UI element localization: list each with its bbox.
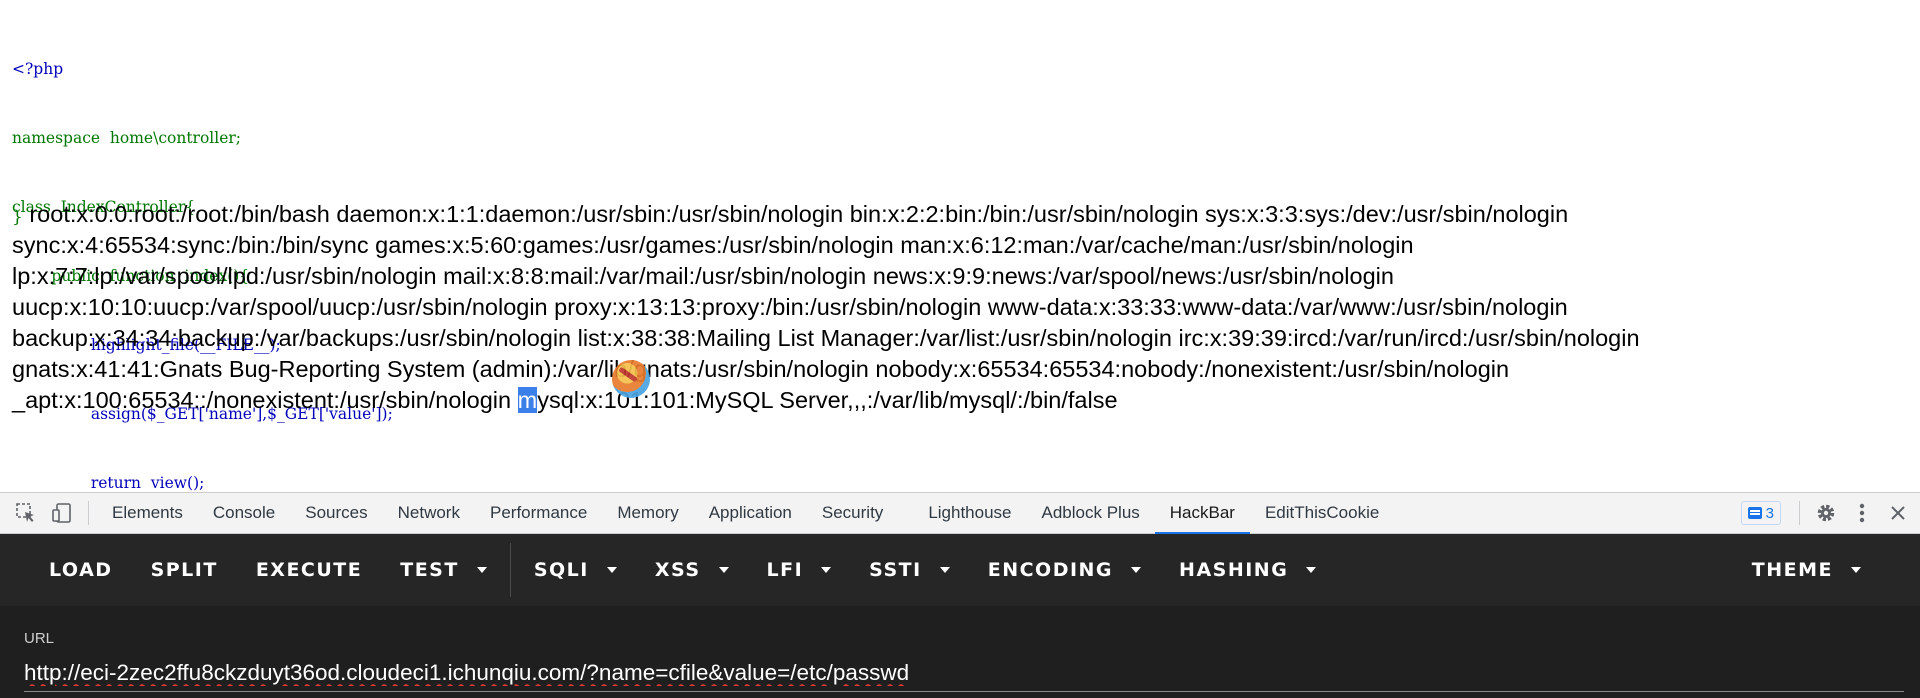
encoding-label: ENCODING bbox=[987, 559, 1114, 581]
output-line: sync:x:4:65534:sync:/bin:/bin/sync games… bbox=[12, 232, 1414, 258]
tab-elements[interactable]: Elements bbox=[97, 493, 198, 533]
output-line: _apt:x:100:65534::/nonexistent:/usr/sbin… bbox=[12, 385, 1902, 416]
tab-editthiscookie[interactable]: EditThisCookie bbox=[1250, 493, 1394, 533]
issues-count: 3 bbox=[1765, 504, 1774, 522]
output-line: uucp:x:10:10:uucp:/var/spool/uucp:/usr/s… bbox=[12, 294, 1568, 320]
split-label: SPLIT bbox=[150, 559, 218, 581]
tab-adblock-plus[interactable]: Adblock Plus bbox=[1027, 493, 1155, 533]
caret-down-icon bbox=[718, 567, 729, 573]
toolbar-divider bbox=[1799, 501, 1800, 525]
devtools-tab-bar: Elements Console Sources Network Perform… bbox=[0, 492, 1920, 534]
caret-down-icon bbox=[821, 567, 832, 573]
tab-network[interactable]: Network bbox=[383, 493, 475, 533]
ssti-dropdown[interactable]: SSTI bbox=[850, 534, 969, 606]
output-text: root:x:0:0:root:/root:/bin/bash daemon:x… bbox=[22, 201, 1569, 227]
inspect-element-icon[interactable] bbox=[8, 493, 44, 533]
issues-counter[interactable]: 3 bbox=[1740, 501, 1781, 525]
more-options-icon[interactable] bbox=[1844, 493, 1880, 533]
ssti-label: SSTI bbox=[869, 559, 922, 581]
devtools-panel: Elements Console Sources Network Perform… bbox=[0, 492, 1920, 698]
tab-console[interactable]: Console bbox=[198, 493, 290, 533]
tab-application[interactable]: Application bbox=[694, 493, 807, 533]
url-input[interactable] bbox=[24, 654, 1904, 692]
selected-text: m bbox=[517, 387, 538, 413]
tab-performance[interactable]: Performance bbox=[475, 493, 602, 533]
toolbar-divider bbox=[88, 501, 89, 525]
tab-lighthouse[interactable]: Lighthouse bbox=[913, 493, 1026, 533]
hackbar-toolbar: LOAD SPLIT EXECUTE TEST SQLI XSS LFI SST… bbox=[0, 534, 1920, 606]
execute-label: EXECUTE bbox=[255, 559, 363, 581]
sqli-label: SQLI bbox=[533, 559, 589, 581]
test-label: TEST bbox=[400, 559, 459, 581]
xss-dropdown[interactable]: XSS bbox=[636, 534, 748, 606]
device-toolbar-icon[interactable] bbox=[44, 493, 80, 533]
output-line: } root:x:0:0:root:/root:/bin/bash daemon… bbox=[12, 199, 1902, 230]
caret-down-icon bbox=[606, 567, 617, 573]
output-line: backup:x:34:34:backup:/var/backups:/usr/… bbox=[12, 325, 1640, 351]
output-text: _apt:x:100:65534::/nonexistent:/usr/sbin… bbox=[12, 387, 518, 413]
message-icon bbox=[1747, 507, 1762, 519]
split-button[interactable]: SPLIT bbox=[132, 534, 237, 606]
code-line: namespace home\controller; bbox=[12, 129, 242, 147]
floating-ball-icon[interactable] bbox=[612, 360, 650, 398]
test-dropdown[interactable]: TEST bbox=[381, 534, 506, 606]
lfi-label: LFI bbox=[766, 559, 804, 581]
execute-button[interactable]: EXECUTE bbox=[237, 534, 381, 606]
passwd-output: } root:x:0:0:root:/root:/bin/bash daemon… bbox=[12, 199, 1902, 416]
devtools-right-controls: 3 bbox=[1740, 493, 1920, 533]
caret-down-icon bbox=[476, 567, 487, 573]
xss-label: XSS bbox=[654, 559, 701, 581]
caret-down-icon bbox=[939, 567, 950, 573]
lfi-dropdown[interactable]: LFI bbox=[748, 534, 851, 606]
tab-security[interactable]: Security bbox=[807, 493, 913, 533]
output-line: lp:x:7:7:lp:/var/spool/lpd:/usr/sbin/nol… bbox=[12, 263, 1394, 289]
close-icon[interactable] bbox=[1880, 493, 1916, 533]
tab-sources[interactable]: Sources bbox=[290, 493, 382, 533]
gear-icon[interactable] bbox=[1808, 493, 1844, 533]
url-label: URL bbox=[24, 630, 55, 647]
page-content: <?php namespace home\controller; class I… bbox=[0, 0, 1920, 561]
tab-memory[interactable]: Memory bbox=[602, 493, 693, 533]
hashing-label: HASHING bbox=[1179, 559, 1289, 581]
url-panel: URL bbox=[0, 606, 1920, 698]
sqli-dropdown[interactable]: SQLI bbox=[515, 534, 636, 606]
theme-label: THEME bbox=[1751, 559, 1833, 581]
encoding-dropdown[interactable]: ENCODING bbox=[969, 534, 1160, 606]
toolbar-divider bbox=[509, 543, 511, 597]
caret-down-icon bbox=[1131, 567, 1142, 573]
caret-down-icon bbox=[1306, 567, 1317, 573]
load-button[interactable]: LOAD bbox=[30, 534, 132, 606]
hashing-dropdown[interactable]: HASHING bbox=[1160, 534, 1335, 606]
output-line: gnats:x:41:41:Gnats Bug-Reporting System… bbox=[12, 356, 1510, 382]
tab-hackbar[interactable]: HackBar bbox=[1154, 493, 1251, 534]
theme-dropdown[interactable]: THEME bbox=[1733, 534, 1880, 606]
code-line: <?php bbox=[12, 60, 64, 78]
closing-brace: } bbox=[12, 207, 23, 227]
load-label: LOAD bbox=[49, 559, 113, 581]
caret-down-icon bbox=[1851, 567, 1861, 573]
